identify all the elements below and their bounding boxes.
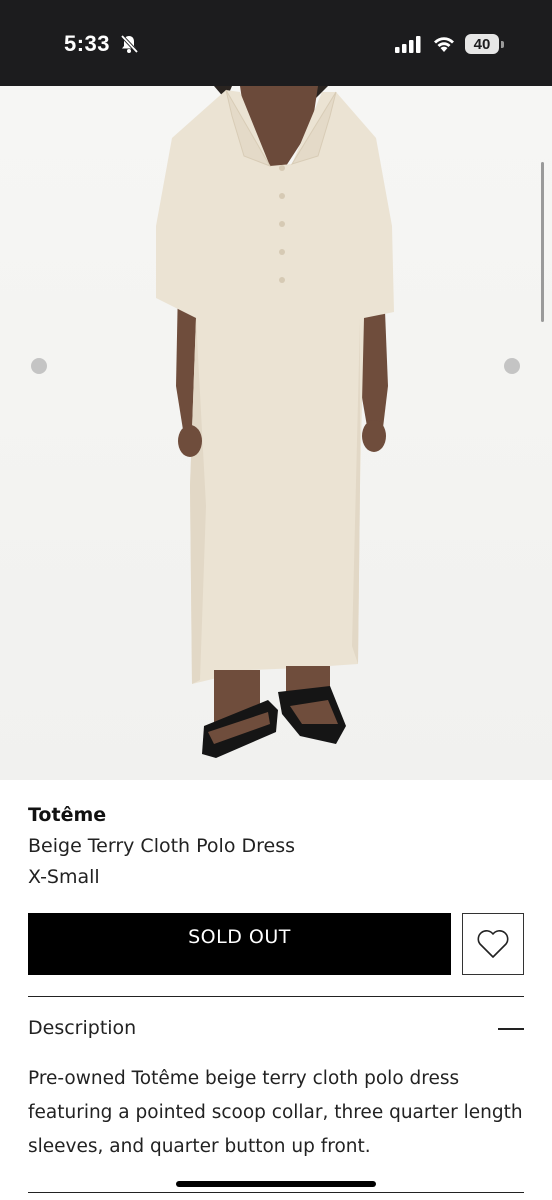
description-title: Description — [28, 1017, 137, 1039]
battery-icon: 40 — [465, 34, 504, 54]
scrollbar[interactable] — [541, 162, 544, 322]
description-text: Pre-owned Totême beige terry cloth polo … — [28, 1068, 523, 1157]
section-divider — [28, 1192, 524, 1193]
dress-model-photo — [156, 86, 394, 758]
bell-off-icon — [119, 34, 139, 58]
minus-icon[interactable] — [498, 1028, 524, 1030]
carousel-prev-dot[interactable] — [31, 358, 47, 374]
wishlist-button[interactable] — [462, 913, 524, 975]
product-title: Beige Terry Cloth Polo Dress — [28, 835, 295, 857]
carousel-next-dot[interactable] — [504, 358, 520, 374]
wifi-icon — [432, 33, 456, 57]
home-indicator[interactable] — [176, 1181, 376, 1187]
product-size: X-Small — [28, 866, 100, 888]
status-bar: 5:33 40 — [0, 0, 552, 86]
cellular-signal-icon — [395, 35, 421, 57]
section-divider — [28, 996, 524, 997]
product-image[interactable] — [0, 86, 552, 780]
sold-out-button[interactable]: SOLD OUT — [28, 913, 451, 975]
description-toggle[interactable]: Description — [28, 1017, 524, 1045]
heart-icon — [477, 930, 509, 958]
status-time: 5:33 — [64, 31, 111, 56]
brand-name[interactable]: Totême — [28, 804, 106, 826]
